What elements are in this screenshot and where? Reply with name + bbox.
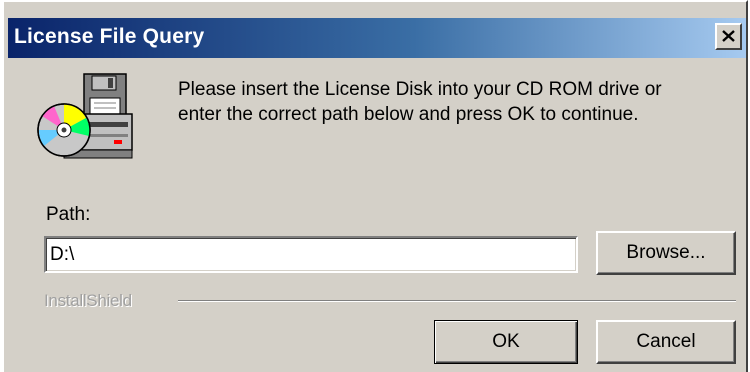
installshield-brand: InstallShield bbox=[44, 291, 132, 310]
message-line-1: Please insert the License Disk into your… bbox=[178, 79, 662, 100]
path-input[interactable] bbox=[44, 236, 578, 273]
message-line-2: enter the correct path below and press O… bbox=[178, 104, 639, 125]
title-bar[interactable]: License File Query bbox=[8, 18, 746, 58]
browse-button[interactable]: Browse... bbox=[596, 231, 736, 275]
separator-line bbox=[178, 300, 736, 302]
window-title: License File Query bbox=[14, 25, 205, 48]
license-file-query-dialog: License File Query Please insert the Lic… bbox=[2, 0, 748, 372]
cancel-button[interactable]: Cancel bbox=[596, 320, 736, 364]
license-disk-icon bbox=[37, 73, 133, 159]
ok-button[interactable]: OK bbox=[434, 320, 578, 364]
path-label: Path: bbox=[46, 204, 91, 225]
instruction-message: Please insert the License Disk into your… bbox=[178, 77, 738, 127]
close-x-icon bbox=[721, 30, 735, 42]
close-button[interactable] bbox=[715, 23, 742, 50]
